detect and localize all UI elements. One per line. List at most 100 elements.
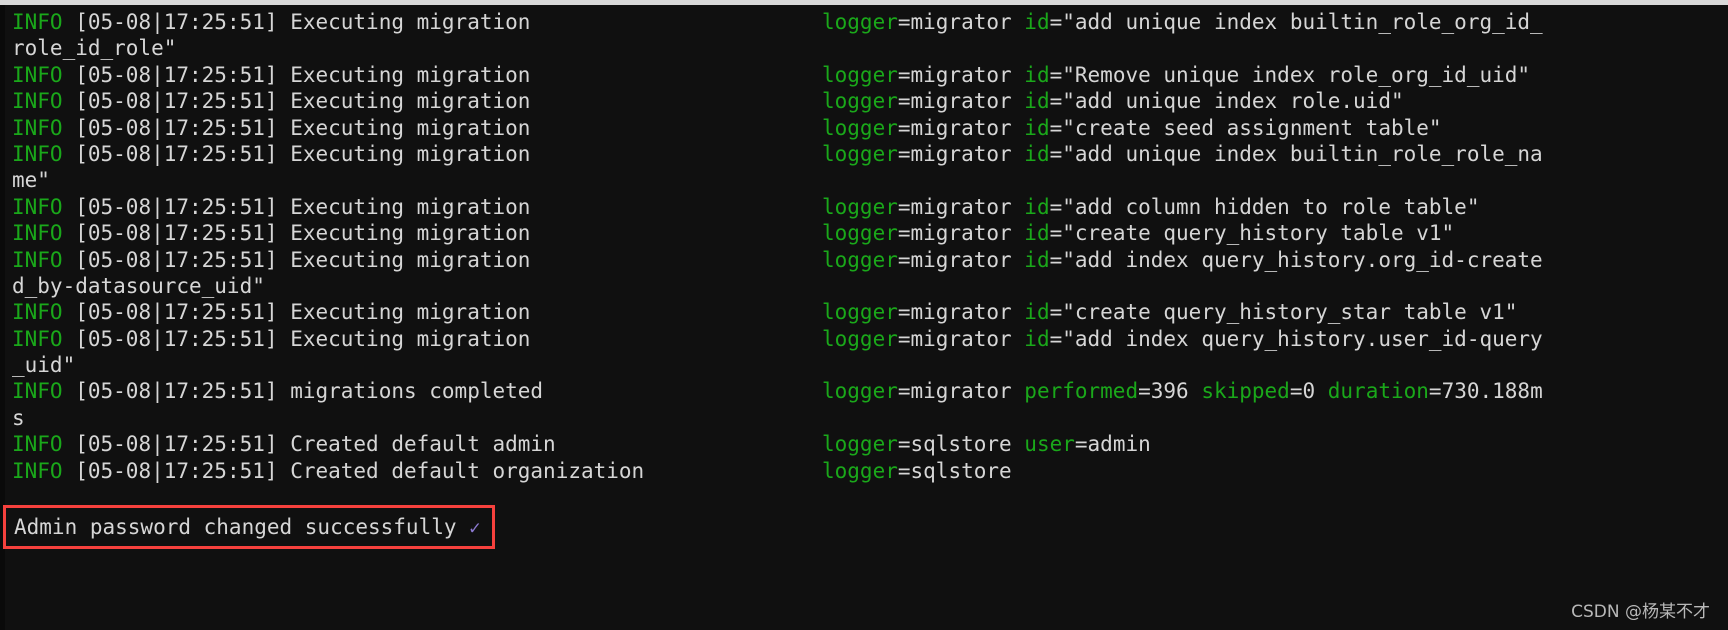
log-field-key: logger: [822, 458, 898, 483]
log-timestamp: [05-08|17:25:51]: [75, 10, 278, 34]
log-field-key: id: [1024, 300, 1050, 325]
log-field-key: duration: [1327, 379, 1429, 404]
log-timestamp: [05-08|17:25:51]: [75, 141, 278, 166]
log-line: INFO [05-08|17:25:51] Executing migratio…: [12, 9, 1723, 35]
log-message: Executing migration: [290, 89, 531, 114]
log-line: INFO [05-08|17:25:51] Executing migratio…: [12, 141, 1723, 167]
log-timestamp: [05-08|17:25:51]: [75, 326, 278, 351]
log-timestamp: [05-08|17:25:51]: [75, 432, 278, 457]
log-line-fields: logger=migrator id="create query_history…: [822, 221, 1455, 246]
log-line-wrap: role_id_role": [12, 35, 1723, 61]
log-level: INFO: [12, 89, 63, 114]
log-field-value: "add index query_history.user_id-query: [1062, 326, 1543, 351]
log-line-fields: logger=migrator id="Remove unique index …: [822, 62, 1531, 87]
log-field-value: 730.188m: [1441, 379, 1543, 404]
log-line-fields: logger=migrator id="create query_history…: [822, 300, 1518, 325]
log-message: Created default admin: [290, 432, 556, 457]
log-field-key: id: [1024, 115, 1050, 140]
log-level: INFO: [12, 432, 63, 457]
log-line: INFO [05-08|17:25:51] Executing migratio…: [12, 326, 1723, 352]
log-field-key: id: [1024, 10, 1050, 34]
log-field-value: "add index query_history.org_id-create: [1062, 247, 1543, 272]
log-timestamp: [05-08|17:25:51]: [75, 115, 278, 140]
log-field-value: "create query_history_star table v1": [1062, 300, 1518, 325]
log-line: INFO [05-08|17:25:51] Executing migratio…: [12, 88, 1723, 114]
log-line-fields: logger=sqlstore user=admin: [822, 432, 1151, 457]
log-message: Executing migration: [290, 141, 531, 166]
log-line: INFO [05-08|17:25:51] Executing migratio…: [12, 62, 1723, 88]
terminal-screenshot: INFO [05-08|17:25:51] Executing migratio…: [0, 0, 1728, 630]
log-line-left: INFO [05-08|17:25:51] Executing migratio…: [12, 299, 822, 325]
log-line-left: INFO [05-08|17:25:51] Executing migratio…: [12, 62, 822, 88]
log-line-left: INFO [05-08|17:25:51] migrations complet…: [12, 378, 822, 404]
log-line: INFO [05-08|17:25:51] Executing migratio…: [12, 115, 1723, 141]
log-wrap-text: s: [12, 405, 25, 430]
log-level: INFO: [12, 62, 63, 87]
log-timestamp: [05-08|17:25:51]: [75, 458, 278, 483]
log-field-key: logger: [822, 194, 898, 219]
log-field-key: id: [1024, 141, 1050, 166]
log-field-key: logger: [822, 300, 898, 325]
log-line: INFO [05-08|17:25:51] Executing migratio…: [12, 299, 1723, 325]
log-line-fields: logger=migrator id="add unique index bui…: [822, 10, 1543, 34]
log-field-value: admin: [1087, 432, 1151, 457]
log-line: INFO [05-08|17:25:51] migrations complet…: [12, 378, 1723, 404]
log-timestamp: [05-08|17:25:51]: [75, 300, 278, 325]
log-line: INFO [05-08|17:25:51] Created default or…: [12, 458, 1723, 484]
log-field-key: user: [1024, 432, 1075, 457]
log-field-key: skipped: [1201, 379, 1290, 404]
log-level: INFO: [12, 458, 63, 483]
log-level: INFO: [12, 10, 63, 34]
log-timestamp: [05-08|17:25:51]: [75, 62, 278, 87]
log-timestamp: [05-08|17:25:51]: [75, 247, 278, 272]
log-message: Executing migration: [290, 115, 531, 140]
log-line-fields: logger=migrator id="add unique index bui…: [822, 141, 1543, 166]
log-level: INFO: [12, 141, 63, 166]
log-line-left: INFO [05-08|17:25:51] Executing migratio…: [12, 194, 822, 220]
log-message: Executing migration: [290, 194, 531, 219]
log-line-fields: logger=migrator id="add index query_hist…: [822, 247, 1543, 272]
log-line-fields: logger=migrator id="create seed assignme…: [822, 115, 1442, 140]
log-line-wrap: _uid": [12, 352, 1723, 378]
log-field-key: logger: [822, 141, 898, 166]
log-message: migrations completed: [290, 379, 544, 404]
log-message: Executing migration: [290, 221, 531, 246]
log-field-value: "Remove unique index role_org_id_uid": [1062, 62, 1531, 87]
log-field-key: logger: [822, 326, 898, 351]
log-line-left: INFO [05-08|17:25:51] Executing migratio…: [12, 247, 822, 273]
log-message: Executing migration: [290, 62, 531, 87]
log-level: INFO: [12, 379, 63, 404]
log-field-key: logger: [822, 221, 898, 246]
log-field-key: id: [1024, 247, 1050, 272]
annotation-text: Admin password changed successfully ✓: [14, 509, 481, 546]
log-timestamp: [05-08|17:25:51]: [75, 194, 278, 219]
log-line-fields: logger=migrator id="add unique index rol…: [822, 89, 1404, 114]
log-line-fields: logger=migrator performed=396 skipped=0 …: [822, 379, 1543, 404]
log-line-fields: logger=migrator id="add column hidden to…: [822, 194, 1480, 219]
log-line: INFO [05-08|17:25:51] Executing migratio…: [12, 220, 1723, 246]
log-field-key: logger: [822, 247, 898, 272]
log-line-left: INFO [05-08|17:25:51] Created default ad…: [12, 431, 822, 457]
log-field-key: id: [1024, 62, 1050, 87]
log-line-left: INFO [05-08|17:25:51] Executing migratio…: [12, 115, 822, 141]
log-message: Executing migration: [290, 247, 531, 272]
log-field-value: sqlstore: [910, 458, 1012, 483]
log-wrap-text: me": [12, 168, 50, 193]
log-message: Executing migration: [290, 10, 531, 34]
log-field-key: logger: [822, 62, 898, 87]
log-message: Executing migration: [290, 300, 531, 325]
log-field-key: logger: [822, 10, 898, 34]
log-field-key: logger: [822, 379, 898, 404]
log-level: INFO: [12, 115, 63, 140]
log-field-key: logger: [822, 115, 898, 140]
log-line-wrap: me": [12, 167, 1723, 193]
log-wrap-text: role_id_role": [12, 36, 177, 61]
log-field-key: id: [1024, 194, 1050, 219]
log-line-fields: logger=sqlstore: [822, 458, 1012, 483]
log-field-value: "add unique index role.uid": [1062, 89, 1404, 114]
log-level: INFO: [12, 221, 63, 246]
log-field-key: id: [1024, 221, 1050, 246]
log-level: INFO: [12, 194, 63, 219]
log-wrap-text: _uid": [12, 353, 76, 378]
check-icon: ✓: [469, 517, 481, 539]
